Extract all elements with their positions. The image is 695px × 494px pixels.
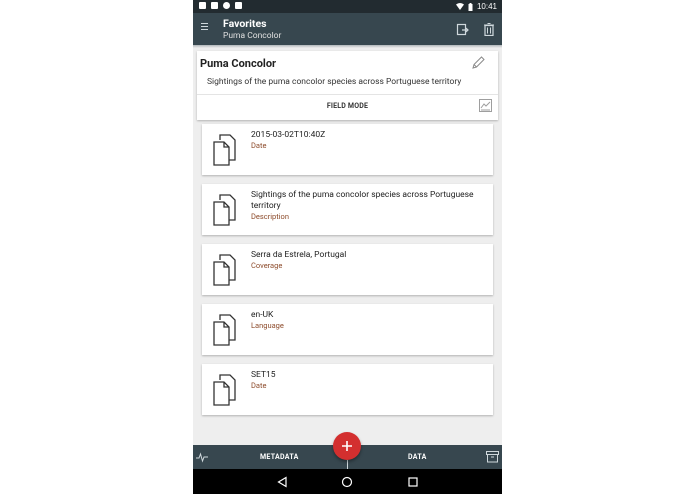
home-icon[interactable] <box>341 476 353 488</box>
back-icon[interactable] <box>276 476 288 488</box>
item-value: Sightings of the puma concolor species a… <box>251 190 474 211</box>
tab-metadata[interactable]: METADATA <box>260 453 299 461</box>
plus-icon <box>342 441 352 451</box>
document-icon <box>213 134 236 166</box>
recents-icon[interactable] <box>407 476 419 488</box>
system-navigation-bar <box>193 469 502 494</box>
document-icon <box>213 194 236 226</box>
item-label: Date <box>251 141 267 150</box>
header-divider <box>197 94 498 95</box>
archive-icon[interactable] <box>486 450 499 463</box>
collection-name: Puma Concolor <box>200 57 277 70</box>
item-label: Language <box>251 321 284 330</box>
phone-screen: 10:41 Favorites Puma Concolor Puma Conco… <box>193 0 502 494</box>
notification-icons <box>199 2 242 9</box>
list-item[interactable]: Sightings of the puma concolor species a… <box>202 184 493 235</box>
collection-header-card: Puma Concolor Sightings of the puma conc… <box>197 51 498 120</box>
tab-data[interactable]: DATA <box>408 453 427 461</box>
location-icon <box>223 2 230 9</box>
system-icons: 10:41 <box>455 2 497 11</box>
collection-description: Sightings of the puma concolor species a… <box>207 77 462 87</box>
item-label: Description <box>251 212 289 221</box>
app-bar: Favorites Puma Concolor <box>193 13 502 45</box>
list-item[interactable]: en-UK Language <box>202 304 493 355</box>
item-value: SET15 <box>251 370 276 380</box>
battery-icon <box>468 2 473 11</box>
metadata-list: 2015-03-02T10:40Z Date Sightings of the … <box>202 124 493 424</box>
list-item[interactable]: 2015-03-02T10:40Z Date <box>202 124 493 175</box>
data-icon <box>199 2 206 9</box>
app-notification-icon <box>235 2 242 9</box>
status-bar: 10:41 <box>193 0 502 13</box>
item-label: Coverage <box>251 261 283 270</box>
map-icon[interactable] <box>479 99 492 112</box>
page-subtitle: Puma Concolor <box>223 31 282 41</box>
status-time: 10:41 <box>476 2 497 11</box>
delete-icon[interactable] <box>482 22 496 36</box>
field-mode-button[interactable]: FIELD MODE <box>197 102 498 110</box>
wifi-icon <box>455 3 464 10</box>
document-icon <box>213 254 236 286</box>
add-fab-button[interactable] <box>333 432 361 460</box>
item-value: Serra da Estrela, Portugal <box>251 250 347 260</box>
list-item[interactable]: Serra da Estrela, Portugal Coverage <box>202 244 493 295</box>
menu-icon[interactable] <box>201 23 208 33</box>
page-title: Favorites <box>223 17 267 30</box>
document-icon <box>213 314 236 346</box>
app-bar-shadow <box>193 45 502 48</box>
edit-pencil-icon[interactable] <box>470 55 486 71</box>
document-icon <box>213 374 236 406</box>
item-value: 2015-03-02T10:40Z <box>251 130 326 140</box>
item-label: Date <box>251 381 267 390</box>
export-icon[interactable] <box>456 22 470 36</box>
fab-divider <box>347 460 348 469</box>
mail-icon <box>211 2 218 9</box>
list-item[interactable]: SET15 Date <box>202 364 493 415</box>
activity-pulse-icon[interactable] <box>196 451 208 463</box>
item-value: en-UK <box>251 310 274 320</box>
